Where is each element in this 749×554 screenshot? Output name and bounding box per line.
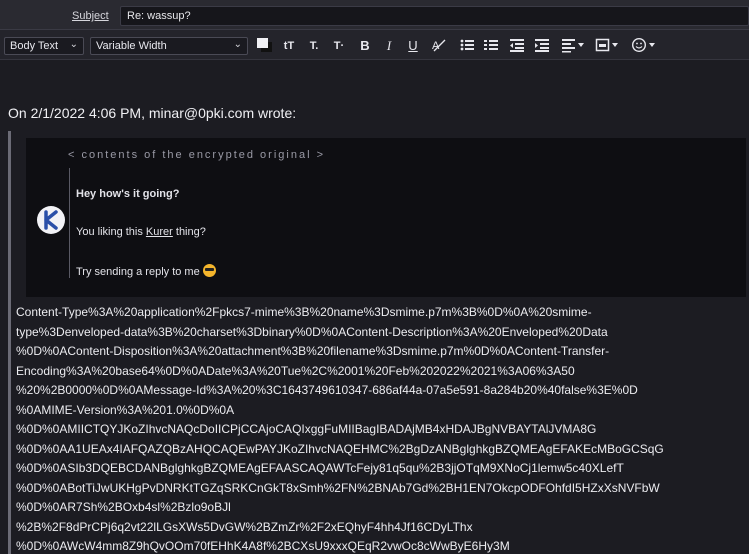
italic-button[interactable]: I (381, 37, 397, 55)
numbered-list-button[interactable] (482, 37, 500, 55)
text-color-icon (257, 38, 272, 52)
reply-attribution: On 2/1/2022 4:06 PM, minar@0pki.com wrot… (8, 105, 297, 121)
quoted-line-2: You liking this Kurer thing? (76, 226, 206, 238)
raw-line: type%3Denveloped-data%3B%20charset%3Dbin… (16, 324, 608, 339)
kurer-link[interactable]: Kurer (146, 226, 173, 238)
quoted-greeting: Hey how's it going? (76, 188, 180, 200)
raw-line: %0D%0ASIb3DQEBCDANBglghkgBZQMEAgEFAASCAQ… (16, 461, 624, 475)
sunglasses-emoji-icon (202, 264, 216, 277)
raw-line: %2B%2F8dPrCPj6q2vt22lLGsXWs5DvGW%2BZmZr%… (16, 519, 473, 534)
font-family-select[interactable]: Variable Width ⌄ (90, 37, 248, 55)
insert-menu-button[interactable] (594, 37, 622, 55)
kurer-logo-icon (37, 206, 65, 234)
numbered-list-icon (484, 40, 498, 50)
align-left-icon (562, 39, 584, 53)
raw-line: %0D%0AContent-Disposition%3A%20attachmen… (16, 344, 610, 358)
raw-line: %0AMIME-Version%3A%201.0%0D%0A (16, 402, 235, 417)
quoted-line-2-suffix: thing? (172, 226, 206, 238)
remove-formatting-button[interactable]: A (430, 37, 448, 55)
raw-line: %20%2B0000%0D%0AMessage-Id%3A%20%3C16437… (16, 383, 638, 397)
smaller-font-button[interactable]: T. (305, 37, 323, 55)
quote-divider (69, 168, 70, 278)
align-menu-button[interactable] (560, 37, 588, 55)
quoted-line-3: Try sending a reply to me (76, 264, 216, 278)
font-family-value: Variable Width (96, 40, 167, 52)
raw-line: %0D%0AWcW4mm8Z9hQvOOm70fEHhK4A8f%2BCXsU9… (16, 539, 510, 553)
indent-button[interactable] (533, 37, 551, 55)
bold-button[interactable]: B (357, 37, 373, 55)
quoted-line-3-text: Try sending a reply to me (76, 266, 200, 278)
underline-button[interactable]: U (405, 37, 421, 55)
paragraph-style-value: Body Text (10, 40, 59, 52)
quoted-line-2-prefix: You liking this (76, 226, 146, 238)
raw-line: %0D%0ABotTiJwUKHgPvDNRKtTGZqSRKCnGkT8xSm… (16, 480, 660, 495)
remove-formatting-icon: A (432, 39, 446, 52)
formatting-toolbar: Body Text ⌄ Variable Width ⌄ tT T. T· B … (0, 30, 749, 60)
larger-font-icon: tT (283, 40, 295, 52)
font-size-button[interactable]: T· (330, 37, 348, 55)
smiley-icon (631, 37, 655, 53)
insert-image-icon (595, 38, 618, 52)
raw-line: %0D%0AMIICTQYJKoZIhvcNAQcDoIICPjCCAjoCAQ… (16, 422, 597, 436)
paragraph-style-select[interactable]: Body Text ⌄ (4, 37, 84, 55)
subject-row: Subject Re: wassup? (0, 0, 749, 30)
subject-input[interactable]: Re: wassup? (120, 6, 749, 26)
outdent-button[interactable] (508, 37, 526, 55)
raw-line: Content-Type%3A%20application%2Fpkcs7-mi… (16, 305, 592, 319)
chevron-down-icon: ⌄ (233, 39, 242, 50)
smaller-font-icon: T. (309, 40, 319, 52)
indent-icon (535, 39, 549, 52)
bullet-list-icon (460, 39, 474, 51)
raw-encrypted-content: Content-Type%3A%20application%2Fpkcs7-mi… (16, 303, 749, 554)
encrypted-original-title: < contents of the encrypted original > (68, 149, 326, 161)
font-size-icon: T· (333, 40, 345, 52)
raw-line: %0D%0AA1UEAx4IAFQAZQBzAHQCAQEwPAYJKoZIhv… (16, 441, 664, 456)
outdent-icon (510, 39, 524, 52)
emoji-menu-button[interactable] (630, 37, 660, 55)
bullet-list-button[interactable] (458, 37, 476, 55)
raw-line: Encoding%3A%20base64%0D%0ADate%3A%20Tue%… (16, 363, 575, 378)
raw-line: %0D%0AR7Sh%2BOxb4sl%2Bzlo9oBJl (16, 500, 231, 514)
chevron-down-icon: ⌄ (69, 39, 78, 50)
larger-font-button[interactable]: tT (280, 37, 298, 55)
message-body-editor[interactable]: On 2/1/2022 4:06 PM, minar@0pki.com wrot… (0, 61, 749, 554)
text-color-button[interactable] (255, 37, 275, 55)
quote-bar (8, 131, 11, 554)
subject-label: Subject (72, 10, 109, 22)
encrypted-original-block: < contents of the encrypted original > H… (26, 138, 746, 297)
